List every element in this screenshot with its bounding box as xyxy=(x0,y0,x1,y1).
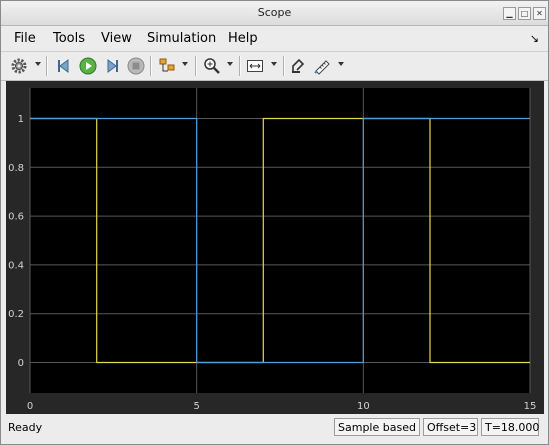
y-tick-label: 0.2 xyxy=(8,309,24,320)
run-icon[interactable] xyxy=(79,57,97,75)
toolbar-separator xyxy=(150,56,152,76)
y-tick-label: 1 xyxy=(18,114,24,125)
y-tick-label: 0.8 xyxy=(8,163,24,174)
signal-dropdown-icon[interactable] xyxy=(182,62,188,66)
scope-display[interactable]: 0 0.2 0.4 0.6 0.8 1 0 5 10 15 xyxy=(6,81,544,414)
fit-dropdown-icon[interactable] xyxy=(271,62,277,66)
axes-area xyxy=(30,88,530,393)
offset-indicator: Offset=3 xyxy=(423,418,478,436)
zoom-dropdown-icon[interactable] xyxy=(227,62,233,66)
toolbar-separator xyxy=(195,56,197,76)
status-ready: Ready xyxy=(8,421,43,434)
gear-icon[interactable] xyxy=(10,57,28,75)
style-icon[interactable] xyxy=(290,57,308,75)
y-tick-label: 0.4 xyxy=(8,260,24,271)
window-title: Scope xyxy=(257,6,292,19)
zoom-icon[interactable] xyxy=(203,57,221,75)
signal-select-icon[interactable] xyxy=(158,57,176,75)
measure-icon[interactable] xyxy=(314,57,332,75)
menu-help[interactable]: Help xyxy=(228,31,258,46)
x-tick-label: 10 xyxy=(357,401,370,412)
toolbar-separator xyxy=(283,56,285,76)
title-bar[interactable]: Scope ▁ □ ✕ xyxy=(1,1,548,26)
scope-window: Scope ▁ □ ✕ File Tools View Simulation H… xyxy=(0,0,549,445)
minimize-button[interactable]: ▁ xyxy=(503,7,516,20)
status-bar: Ready Sample based Offset=3 T=18.000 xyxy=(1,415,548,444)
time-indicator: T=18.000 xyxy=(481,418,539,436)
toolbar-separator xyxy=(46,56,48,76)
menu-bar: File Tools View Simulation Help ↘ xyxy=(1,26,548,50)
close-button[interactable]: ✕ xyxy=(533,7,546,20)
maximize-button[interactable]: □ xyxy=(518,7,531,20)
y-tick-label: 0 xyxy=(18,358,24,369)
x-tick-label: 15 xyxy=(524,401,537,412)
stop-icon[interactable] xyxy=(127,57,145,75)
y-tick-label: 0.6 xyxy=(8,212,24,223)
step-back-icon[interactable] xyxy=(55,57,73,75)
menu-simulation[interactable]: Simulation xyxy=(147,31,216,46)
undock-icon[interactable]: ↘ xyxy=(530,32,539,45)
sample-mode: Sample based xyxy=(334,418,420,436)
x-tick-label: 0 xyxy=(27,401,33,412)
step-forward-icon[interactable] xyxy=(103,57,121,75)
toolbar-separator xyxy=(239,56,241,76)
x-tick-label: 5 xyxy=(193,401,199,412)
scope-plot: 00.20.40.60.810 5 10 15 xyxy=(8,88,537,412)
measure-dropdown-icon[interactable] xyxy=(338,62,344,66)
menu-tools[interactable]: Tools xyxy=(53,31,85,46)
toolbar xyxy=(1,51,548,81)
menu-view[interactable]: View xyxy=(101,31,132,46)
menu-file[interactable]: File xyxy=(14,31,36,46)
fit-axes-icon[interactable] xyxy=(246,57,264,75)
settings-dropdown-icon[interactable] xyxy=(35,62,41,66)
